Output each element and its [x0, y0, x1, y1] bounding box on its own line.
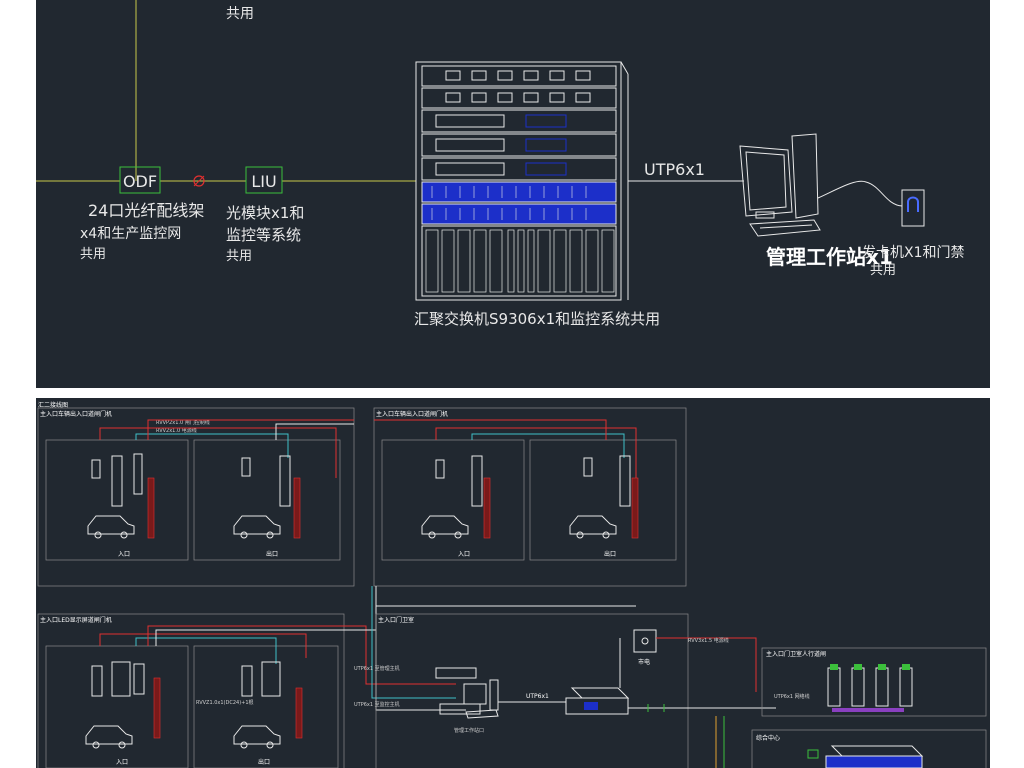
power-cable-label: RVV3x1.5 电源线 [688, 637, 729, 644]
core-switch-symbol [825, 745, 924, 768]
group-a-barriers [91, 453, 291, 507]
liu-caption-line2: 监控等系统 [226, 226, 301, 244]
car-icon [233, 725, 281, 749]
turnstile-base [832, 708, 904, 712]
top-diagram-panel: 共用 ODF 24口光纤配线架 x4和生产监控网 共用 LIU 光模块x1和 监… [36, 0, 990, 388]
car-icon [85, 725, 133, 749]
liu-symbol: LIU [245, 166, 283, 194]
utp-link-label: UTP6x1 [644, 160, 705, 179]
group-b-exit-label: 出口 [604, 550, 616, 558]
right-top-frame [761, 647, 987, 717]
liu-caption-line1: 光模块x1和 [226, 204, 304, 222]
pc-label: 管理工作站口 [454, 727, 484, 734]
odf-symbol: ODF [119, 166, 161, 194]
card-reader-symbol [901, 189, 925, 227]
right-bottom-title: 综合中心 [756, 734, 780, 742]
center-frame [375, 613, 689, 768]
pc-symbol [463, 679, 499, 719]
power-feed-line [656, 637, 757, 692]
group-a-exit-label: 出口 [266, 550, 278, 558]
card-reader-caption: 发卡机X1和门禁 [862, 245, 965, 261]
center-cable-2: UTP6x1 至监控主机 [354, 701, 400, 708]
group-c-barriers [91, 661, 281, 697]
group-b-entry-label: 入口 [458, 551, 470, 558]
group-a-entry-label: 入口 [118, 551, 130, 558]
group-c-cable-1: RVVZ1.0x1(DC24)+1根 [196, 699, 254, 706]
core-link-marker [807, 749, 819, 759]
group-a-frame [37, 407, 355, 587]
group-b-loop-2 [631, 477, 639, 539]
group-b-title: 主入口车辆出入口道闸门机 [376, 410, 448, 418]
aggregation-switch-cabinet [415, 61, 629, 301]
access-switch-symbol [565, 687, 630, 715]
group-a-title: 主入口车辆出入口道闸门机 [40, 410, 112, 418]
car-icon [421, 515, 469, 539]
reader-cable [817, 180, 903, 207]
power-outlet-symbol [633, 629, 657, 653]
group-c-loop-1 [153, 677, 161, 739]
switch-caption: 汇聚交换机S9306x1和监控系统共用 [414, 310, 660, 328]
group-c-loop-2 [295, 687, 303, 739]
group-c-exit-label: 出口 [258, 758, 270, 766]
turnstile-symbols [827, 667, 913, 707]
group-c-title: 主入口LED显示屏道闸门机 [40, 616, 112, 624]
group-a-cables [99, 419, 354, 478]
top-diagram-svg: 共用 ODF 24口光纤配线架 x4和生产监控网 共用 LIU 光模块x1和 监… [36, 0, 965, 328]
turnstile-indicators [830, 664, 910, 670]
group-a-loop-1 [147, 477, 155, 539]
right-top-title: 主入口门卫室人行道闸 [766, 650, 826, 658]
right-top-cable: UTP6x1 网络线 [774, 693, 810, 700]
odf-box-label: ODF [123, 172, 157, 191]
group-b-barriers [435, 455, 631, 507]
odf-caption-line1: 24口光纤配线架 [88, 201, 204, 220]
odf-caption-line2: x4和生产监控网 [80, 226, 181, 242]
group-a-loop-2 [293, 477, 301, 539]
center-link-label: UTP6x1 [526, 693, 549, 700]
liu-box-label: LIU [251, 172, 276, 191]
card-reader-caption-line2: 共用 [870, 263, 896, 278]
workstation-symbol [739, 133, 821, 237]
car-icon [233, 515, 281, 539]
ip-camera-symbol [435, 667, 481, 715]
car-icon [87, 515, 135, 539]
odf-caption-line3: 共用 [80, 247, 106, 262]
group-c-cables [99, 586, 636, 711]
car-icon [569, 515, 617, 539]
liu-caption-line3: 共用 [226, 249, 252, 264]
group-b-frame [373, 407, 687, 587]
center-title: 主入口门卫室 [378, 616, 414, 624]
power-label: 市电 [638, 658, 650, 666]
bottom-diagram-svg: 汇二接线图 主入口车辆出入口道闸门机 RVVP2x1.0 闸门控制线 RVV2x… [37, 401, 987, 768]
bottom-diagram-panel: 汇二接线图 主入口车辆出入口道闸门机 RVVP2x1.0 闸门控制线 RVV2x… [36, 398, 990, 768]
center-cable-1: UTP6x1 至管理主机 [354, 665, 400, 672]
group-b-cables [374, 419, 637, 478]
partial-top-label: 共用 [226, 6, 254, 22]
group-c-entry-label: 入口 [116, 759, 128, 766]
group-b-loop-1 [483, 477, 491, 539]
